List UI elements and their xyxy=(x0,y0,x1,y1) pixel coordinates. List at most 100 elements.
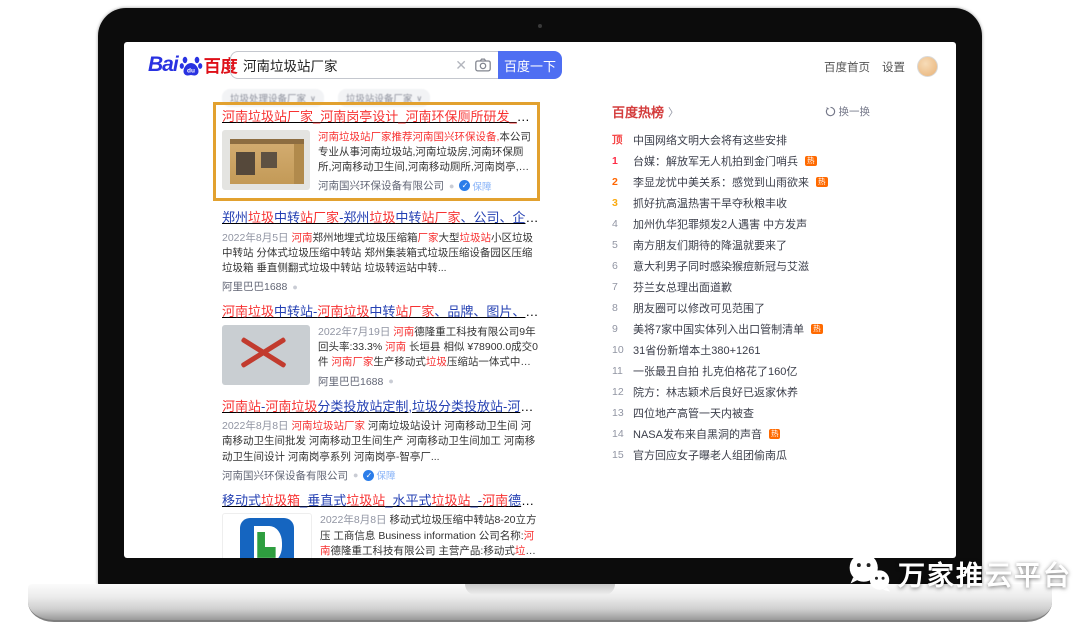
hot-badge-icon: 热 xyxy=(805,156,817,166)
hot-label: 南方朋友们期待的降温就要来了 xyxy=(633,237,787,253)
hot-label: 一张最丑自拍 扎克伯格花了160亿 xyxy=(633,363,797,379)
refresh-icon xyxy=(825,106,836,117)
hot-list-items: 顶 中国网络文明大会将有这些安排 1 台媒：解放军无人机拍到金门哨兵 热 2 李… xyxy=(612,129,870,465)
nav-baidu-home[interactable]: 百度首页 xyxy=(824,59,870,75)
result-source-row: 阿里巴巴1688 ● xyxy=(318,374,540,389)
hot-list-item[interactable]: 6 意大利男子同时感染猴痘新冠与艾滋 xyxy=(612,255,870,276)
result-title-link[interactable]: 河南垃圾中转站-河南垃圾中转站厂家、品牌、图片、热帖-阿... xyxy=(222,303,540,321)
search-query-text: 河南垃圾站厂家 xyxy=(243,55,448,75)
search-result: 河南垃圾站厂家_河南岗亭设计_河南环保厕所研发_河南垃圾... 河南垃圾站厂家推… xyxy=(213,102,540,201)
hot-list-item[interactable]: 4 加州仇华犯罪频发2人遇害 中方发声 xyxy=(612,213,870,234)
hot-rank: 12 xyxy=(612,386,626,398)
hot-list-item[interactable]: 10 31省份新增本土380+1261 xyxy=(612,339,870,360)
result-snippet: 2022年7月19日 河南德隆重工科技有限公司9年 回头率:33.3% 河南 长… xyxy=(318,325,540,371)
hot-badge-icon: 热 xyxy=(811,324,823,334)
result-title-link[interactable]: 河南垃圾站厂家_河南岗亭设计_河南环保厕所研发_河南垃圾... xyxy=(222,108,531,126)
hot-rank: 10 xyxy=(612,344,626,356)
baidu-logo[interactable]: Bai du 百度 xyxy=(148,52,238,77)
hot-list-item[interactable]: 14 NASA发布来自黑洞的声音 热 xyxy=(612,423,870,444)
hot-list-item[interactable]: 12 院方：林志颖术后良好已返家休养 xyxy=(612,381,870,402)
hot-rank: 9 xyxy=(612,323,626,335)
result-thumbnail[interactable] xyxy=(222,130,310,190)
laptop-mockup: Bai du 百度 河南垃圾站厂家 ✕ xyxy=(0,0,1080,628)
feedback-icon[interactable]: ● xyxy=(449,181,454,191)
result-source[interactable]: 阿里巴巴1688 xyxy=(222,279,287,294)
result-snippet: 2022年8月8日 移动式垃圾压缩中转站8-20立方压 工商信息 Busines… xyxy=(320,513,540,558)
hot-list-item[interactable]: 5 南方朋友们期待的降温就要来了 xyxy=(612,234,870,255)
hot-rank: 6 xyxy=(612,260,626,272)
search-result: 移动式垃圾箱_垂直式垃圾站_水平式垃圾站_-河南德隆重工科... 2022年8月… xyxy=(222,492,540,558)
search-result: 郑州垃圾中转站厂家-郑州垃圾中转站厂家、公司、企业 - 阿... 2022年8月… xyxy=(222,209,540,294)
laptop-lid-notch xyxy=(465,584,615,595)
hot-rank: 1 xyxy=(612,155,626,167)
webcam-icon xyxy=(538,24,542,28)
hot-rank: 4 xyxy=(612,218,626,230)
watermark: 万家推云平台 xyxy=(846,551,1072,595)
results-column: 河南垃圾站厂家_河南岗亭设计_河南环保厕所研发_河南垃圾... 河南垃圾站厂家推… xyxy=(222,102,540,558)
hot-rank: 15 xyxy=(612,449,626,461)
hot-list-item[interactable]: 3 抓好抗高温热害干旱夺秋粮丰收 xyxy=(612,192,870,213)
clear-icon[interactable]: ✕ xyxy=(448,57,474,74)
result-title-link[interactable]: 移动式垃圾箱_垂直式垃圾站_水平式垃圾站_-河南德隆重工科... xyxy=(222,492,540,510)
hot-list-item[interactable]: 11 一张最丑自拍 扎克伯格花了160亿 xyxy=(612,360,870,381)
hot-rank: 7 xyxy=(612,281,626,293)
chevron-right-icon[interactable]: 〉 xyxy=(668,104,679,120)
hot-label: 台媒：解放军无人机拍到金门哨兵 xyxy=(633,153,798,169)
user-avatar[interactable] xyxy=(917,56,938,77)
search-button[interactable]: 百度一下 xyxy=(498,51,562,79)
hot-label: 官方回应女子曝老人组团偷南瓜 xyxy=(633,447,787,463)
feedback-icon[interactable]: ● xyxy=(353,470,358,480)
refresh-button[interactable]: 换一换 xyxy=(825,104,871,119)
wechat-icon xyxy=(846,551,892,595)
hot-list-title[interactable]: 百度热榜 xyxy=(612,102,664,121)
hot-label: 抓好抗高温热害干旱夺秋粮丰收 xyxy=(633,195,787,211)
result-title-link[interactable]: 河南站-河南垃圾分类投放站定制,垃圾分类投放站-河南国兴... xyxy=(222,398,540,416)
svg-text:du: du xyxy=(187,67,195,74)
verified-badge: ✓ 保障 xyxy=(459,179,491,193)
hot-label: 意大利男子同时感染猴痘新冠与艾滋 xyxy=(633,258,809,274)
hot-list-item[interactable]: 顶 中国网络文明大会将有这些安排 xyxy=(612,129,870,150)
hot-list-item[interactable]: 8 朋友圈可以修改可见范围了 xyxy=(612,297,870,318)
result-snippet: 2022年8月5日 河南郑州地埋式垃圾压缩箱厂家大型垃圾站小区垃圾中转站 分体式… xyxy=(222,231,540,277)
shield-check-icon: ✓ xyxy=(459,180,470,191)
feedback-icon[interactable]: ● xyxy=(292,282,297,292)
result-source-row: 阿里巴巴1688 ● xyxy=(222,279,540,294)
result-thumbnail[interactable] xyxy=(222,513,312,558)
shield-check-icon: ✓ xyxy=(363,470,374,481)
result-source[interactable]: 河南国兴环保设备有限公司 xyxy=(222,468,348,483)
result-source[interactable]: 河南国兴环保设备有限公司 xyxy=(318,178,444,193)
baidu-header: Bai du 百度 河南垃圾站厂家 ✕ xyxy=(124,42,956,88)
hot-badge-icon: 热 xyxy=(769,429,781,439)
hot-list-item[interactable]: 7 芬兰女总理出面道歉 xyxy=(612,276,870,297)
hot-list-item[interactable]: 1 台媒：解放军无人机拍到金门哨兵 热 xyxy=(612,150,870,171)
hot-label: 四位地产高管一天内被查 xyxy=(633,405,754,421)
camera-icon[interactable] xyxy=(474,56,492,74)
hot-list-item[interactable]: 15 官方回应女子曝老人组团偷南瓜 xyxy=(612,444,870,465)
hot-list-item[interactable]: 13 四位地产高管一天内被查 xyxy=(612,402,870,423)
hot-rank: 13 xyxy=(612,407,626,419)
hot-badge-icon: 热 xyxy=(816,177,828,187)
logo-text-bai: Bai xyxy=(148,53,178,77)
hot-rank: 5 xyxy=(612,239,626,251)
result-thumbnail[interactable] xyxy=(222,325,310,385)
result-source[interactable]: 阿里巴巴1688 xyxy=(318,374,383,389)
hot-list-item[interactable]: 2 李显龙忧中美关系：感觉到山雨欲来 热 xyxy=(612,171,870,192)
result-source-row: 河南国兴环保设备有限公司 ● ✓ 保障 xyxy=(318,178,531,193)
result-snippet: 河南垃圾站厂家推荐河南国兴环保设备,本公司专业从事河南垃圾站,河南垃圾房,河南环… xyxy=(318,130,531,176)
browser-viewport: Bai du 百度 河南垃圾站厂家 ✕ xyxy=(124,42,956,558)
hot-label: 院方：林志颖术后良好已返家休养 xyxy=(633,384,798,400)
verified-badge: ✓ 保障 xyxy=(363,468,395,482)
hot-list-panel: 百度热榜 〉 换一换 顶 中国网络文明大会将有这些安排 1 台媒：解放军无人机拍… xyxy=(612,102,870,465)
hot-rank: 3 xyxy=(612,197,626,209)
hot-label: 加州仇华犯罪频发2人遇害 中方发声 xyxy=(633,216,807,232)
nav-settings[interactable]: 设置 xyxy=(882,59,905,75)
header-nav: 百度首页 设置 xyxy=(824,56,938,77)
feedback-icon[interactable]: ● xyxy=(388,376,393,386)
result-snippet: 2022年8月8日 河南垃圾站厂家 河南垃圾站设计 河南移动卫生间 河南移动卫生… xyxy=(222,419,540,465)
result-title-link[interactable]: 郑州垃圾中转站厂家-郑州垃圾中转站厂家、公司、企业 - 阿... xyxy=(222,209,540,227)
watermark-brand: 万家推云平台 xyxy=(898,554,1072,593)
search-input[interactable]: 河南垃圾站厂家 ✕ xyxy=(230,51,498,79)
results-list: 河南垃圾站厂家_河南岗亭设计_河南环保厕所研发_河南垃圾... 河南垃圾站厂家推… xyxy=(222,102,540,558)
hot-list-item[interactable]: 9 美将7家中国实体列入出口管制清单 热 xyxy=(612,318,870,339)
hot-label: 美将7家中国实体列入出口管制清单 xyxy=(633,321,804,337)
